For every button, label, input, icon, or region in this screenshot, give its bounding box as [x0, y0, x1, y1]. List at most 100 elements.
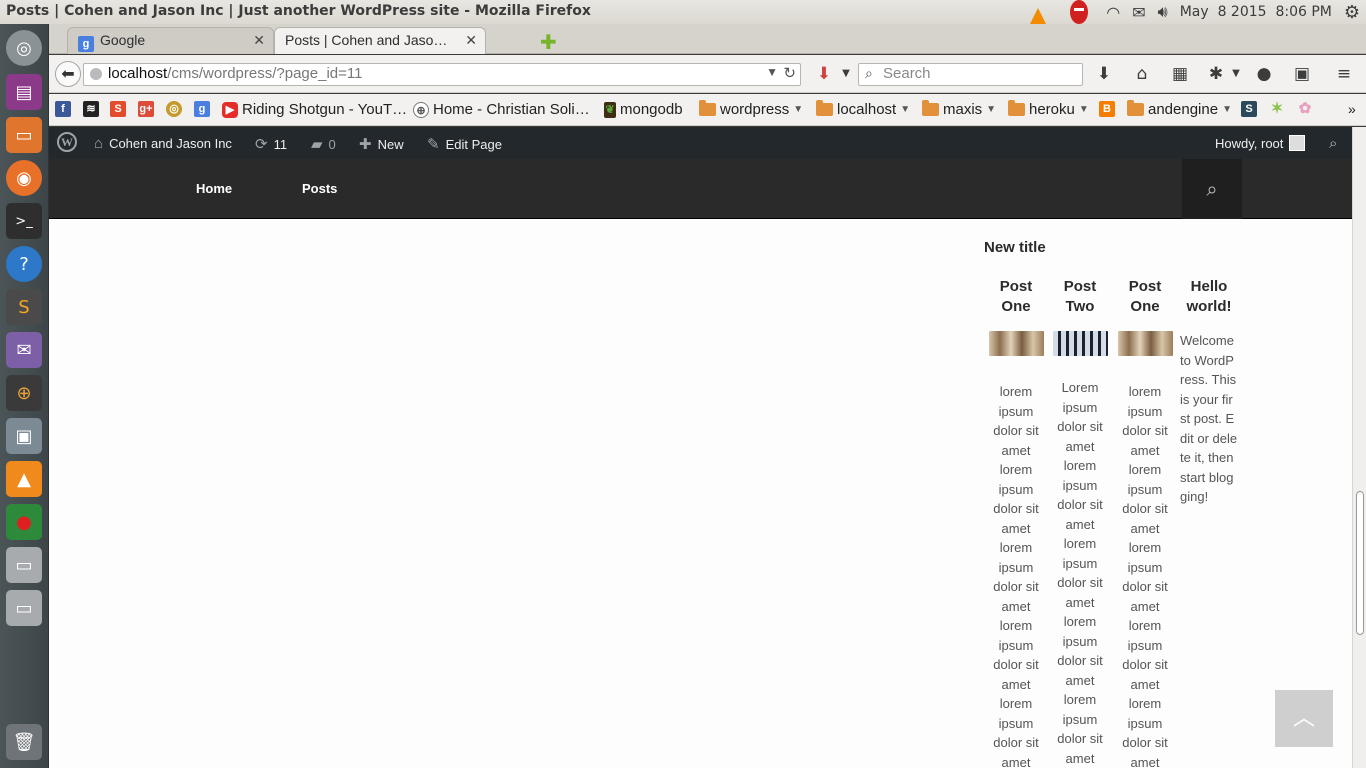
back-button[interactable]: ⬅: [55, 61, 81, 87]
menu-icon[interactable]: ≡: [1332, 63, 1356, 85]
post-title[interactable]: Post One: [1115, 277, 1175, 317]
home-icon: ⌂: [94, 135, 104, 152]
url-bar[interactable]: localhost/cms/wordpress/?page_id=11 ▼ ↻: [83, 63, 801, 86]
screenshot-icon[interactable]: ▣: [1290, 63, 1314, 85]
post-title[interactable]: Post One: [986, 277, 1046, 317]
bookmark-folder-localhost[interactable]: localhost ▼: [816, 100, 911, 118]
mail-icon[interactable]: ✉: [1132, 0, 1145, 24]
close-tab-icon[interactable]: ✕: [253, 32, 265, 49]
sublime-text-icon[interactable]: S: [6, 289, 42, 325]
tab-label: Posts | Cohen and Jaso…: [285, 32, 448, 48]
nav-home[interactable]: Home: [196, 181, 232, 196]
bookmark-label: wordpress: [720, 101, 790, 118]
bookmark-folder-wordpress[interactable]: wordpress ▼: [699, 100, 803, 118]
cherrytree-icon[interactable]: ●: [6, 504, 42, 540]
bookmark-s-app[interactable]: S: [1241, 101, 1257, 117]
search-toggle-icon[interactable]: ⌕: [1182, 159, 1242, 219]
target-app-icon[interactable]: ⊕: [6, 375, 42, 411]
search-input[interactable]: ⌕ Search: [858, 63, 1083, 86]
reload-icon[interactable]: ↻: [783, 64, 796, 82]
trash-icon[interactable]: 🗑︎: [6, 724, 42, 760]
help-icon[interactable]: ?: [6, 246, 42, 282]
scrollbar-thumb[interactable]: [1356, 491, 1364, 635]
bookmark-folder-heroku[interactable]: heroku ▼: [1008, 100, 1089, 118]
terminal-icon[interactable]: >_: [6, 203, 42, 239]
bookmark-red-app[interactable]: S: [110, 101, 126, 117]
chevron-down-icon: ▼: [900, 104, 911, 115]
volume-icon[interactable]: 🔊︎: [1158, 0, 1168, 24]
web-content: W ⌂ Cohen and Jason Inc ⟳ 11 ▰ 0 ✚ New ✎ Edit…: [49, 127, 1352, 768]
bookmark-folder-maxis[interactable]: maxis ▼: [922, 100, 996, 118]
post-thumbnail[interactable]: [1052, 331, 1108, 356]
admin-account[interactable]: Howdy, root: [1215, 135, 1306, 151]
bookmark-google-plus[interactable]: g+: [138, 101, 154, 117]
bookmarks-overflow-icon[interactable]: »: [1348, 101, 1356, 117]
extension-dropdown-icon[interactable]: ▼: [1224, 63, 1248, 85]
site-identity-icon[interactable]: [90, 68, 102, 80]
admin-new[interactable]: ✚ New: [359, 135, 404, 153]
wordpress-logo-icon[interactable]: W: [57, 132, 77, 152]
url-path: /cms/wordpress/?page_id=11: [167, 65, 363, 82]
downloads-icon[interactable]: ⬇: [1092, 63, 1116, 85]
window-title: Posts | Cohen and Jason Inc | Just anoth…: [6, 3, 591, 19]
new-tab-plus-icon[interactable]: ✚: [540, 30, 557, 54]
apps-grid-icon[interactable]: ▦: [1168, 63, 1192, 85]
bookmark-google[interactable]: g: [194, 101, 210, 117]
remote-desktop-icon[interactable]: ▣: [6, 418, 42, 454]
files-icon[interactable]: ▭: [6, 117, 42, 153]
bookmark-youtube[interactable]: ▶ Riding Shotgun - YouT…: [222, 101, 407, 118]
updates-icon: ⟳: [255, 136, 268, 153]
folder-icon: [1008, 100, 1025, 116]
vlc-tray-icon[interactable]: [1024, 0, 1052, 24]
firefox-icon[interactable]: ◉: [6, 160, 42, 196]
post-title[interactable]: Post Two: [1050, 277, 1110, 317]
wifi-icon[interactable]: ◠: [1106, 0, 1120, 24]
admin-edit-page[interactable]: ✎ Edit Page: [427, 135, 502, 153]
settings-gear-icon[interactable]: ⚙: [1344, 0, 1360, 24]
bookmark-facebook[interactable]: f: [55, 101, 71, 117]
drive-icon-2[interactable]: ▭: [6, 590, 42, 626]
bookmark-mongodb[interactable]: ❦ mongodb: [604, 101, 683, 118]
bookmark-pink-app[interactable]: ✿: [1297, 101, 1313, 117]
post-excerpt: Welcome to WordPress. This is your first…: [1180, 333, 1238, 504]
pidgin-icon[interactable]: ✉: [6, 332, 42, 368]
page-scrollbar[interactable]: [1352, 127, 1366, 768]
addon-dropdown-icon[interactable]: ▼: [834, 63, 858, 85]
url-dropdown-icon[interactable]: ▼: [766, 65, 778, 79]
tab-google[interactable]: g Google ✕: [67, 27, 274, 54]
post-excerpt: lorem ipsum dolor sit amet lorem ipsum d…: [1122, 384, 1168, 768]
close-tab-icon[interactable]: ✕: [465, 32, 477, 49]
tab-posts[interactable]: Posts | Cohen and Jaso… ✕: [274, 27, 486, 54]
nav-posts[interactable]: Posts: [302, 181, 337, 196]
dash-icon[interactable]: ◎: [6, 30, 42, 66]
addon-icon[interactable]: ⬇: [812, 63, 836, 85]
bookmark-coin[interactable]: ◎: [166, 101, 182, 117]
back-to-top-button[interactable]: ︿: [1275, 690, 1333, 747]
clock[interactable]: May 8 2015 8:06 PM: [1180, 0, 1332, 24]
home-icon[interactable]: ⌂: [1130, 63, 1154, 85]
bookmark-stack[interactable]: ≋: [83, 101, 99, 117]
site-name: Cohen and Jason Inc: [109, 136, 232, 151]
admin-search-icon[interactable]: ⌕: [1329, 135, 1337, 152]
howdy-label: Howdy, root: [1215, 135, 1284, 151]
post-title[interactable]: Hello world!: [1180, 277, 1238, 317]
bookmark-christian[interactable]: ⊕ Home - Christian Soli…: [413, 101, 590, 118]
media-player-icon[interactable]: ▤: [6, 74, 42, 110]
post-thumbnail[interactable]: [1117, 331, 1173, 356]
bookmark-blogger[interactable]: B: [1099, 101, 1115, 117]
bookmark-folder-andengine[interactable]: andengine ▼: [1127, 100, 1232, 118]
bookmark-green-bug[interactable]: ✶: [1269, 101, 1285, 117]
updates-count: 11: [273, 136, 288, 152]
post-thumbnail[interactable]: [988, 331, 1044, 356]
admin-updates[interactable]: ⟳ 11: [255, 135, 287, 153]
admin-comments[interactable]: ▰ 0: [311, 135, 336, 153]
no-entry-tray-icon[interactable]: [1064, 0, 1094, 24]
admin-site-link[interactable]: ⌂ Cohen and Jason Inc: [94, 135, 232, 152]
folder-icon: [816, 100, 833, 116]
bookmark-label: mongodb: [620, 101, 683, 118]
drive-icon[interactable]: ▭: [6, 547, 42, 583]
post-card: Post One lorem ipsum dolor sit amet lore…: [1115, 277, 1175, 768]
vlc-icon[interactable]: ▲: [6, 461, 42, 497]
chevron-up-icon: ︿: [1292, 706, 1315, 731]
chat-icon[interactable]: ●: [1252, 63, 1276, 85]
